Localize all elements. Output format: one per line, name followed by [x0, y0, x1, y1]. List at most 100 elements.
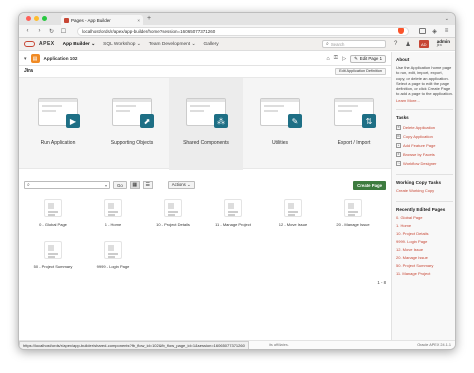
- brave-shield-icon[interactable]: [398, 28, 404, 34]
- page-card[interactable]: 0 - Global Page: [23, 194, 83, 236]
- recent-page-link[interactable]: 11. Manage Project: [396, 270, 453, 278]
- task-copy-application[interactable]: ⧉ Copy Application: [396, 132, 453, 141]
- task-workflow-designer[interactable]: ⤳ Workflow Designer: [396, 159, 453, 168]
- breadcrumb-app-name[interactable]: Application 102: [44, 56, 78, 61]
- tile-shared-components[interactable]: ⁂ Shared Components: [169, 78, 243, 170]
- browser-tab-strip: Pages - App Builder × + ⌄: [19, 13, 455, 25]
- search-dropdown-icon[interactable]: ▾: [105, 183, 107, 188]
- help-icon[interactable]: ?: [394, 41, 397, 47]
- page-label: 9999 - Login Page: [96, 264, 130, 269]
- tab-list-chevron-icon[interactable]: ⌄: [445, 16, 449, 22]
- apex-brand[interactable]: APEX: [39, 41, 55, 47]
- recent-page-link[interactable]: 50. Project Summary: [396, 262, 453, 270]
- pages-toolbar: ⌕ ▾ Go ▦ ☰ Actions ⌄ Create Page: [19, 178, 391, 192]
- wallet-icon[interactable]: ◈: [431, 28, 438, 35]
- edit-page-icon: ✎: [354, 55, 358, 61]
- tile-label: Export / Import: [337, 140, 371, 146]
- notifications-icon[interactable]: ♟: [405, 41, 410, 48]
- task-browse-by-facets[interactable]: ≡ Browse by Facets: [396, 150, 453, 159]
- copyright-text: its affiliates.: [269, 343, 289, 347]
- pages-search-input[interactable]: ⌕ ▾: [24, 181, 110, 189]
- url-field[interactable]: localhost/ords/r/apex/app-builder/home?s…: [77, 26, 409, 36]
- page-card[interactable]: 11 - Manage Project: [203, 194, 263, 236]
- url-text: localhost/ords/r/apex/app-builder/home?s…: [82, 28, 216, 34]
- edit-page-button[interactable]: ✎ Edit Page 1: [350, 54, 386, 63]
- page-thumbnail-icon: [44, 199, 62, 217]
- pagination-label: 1 - 8: [377, 280, 386, 285]
- page-card[interactable]: 50 - Project Summary: [23, 236, 83, 278]
- actions-menu-button[interactable]: Actions ⌄: [167, 181, 195, 189]
- browser-menu-icon[interactable]: ≡: [443, 28, 450, 34]
- page-thumbnail-icon: [164, 199, 182, 217]
- task-add-feature-page[interactable]: + Add Feature Page: [396, 141, 453, 150]
- page-thumbnail-icon: [104, 241, 122, 259]
- link-hover-url: https://localhost/ords/r/apex/app-builde…: [19, 341, 249, 349]
- page-card[interactable]: 10 - Project Details: [143, 194, 203, 236]
- expand-caret-icon[interactable]: ▾: [24, 56, 27, 62]
- page-title: Jira: [24, 68, 33, 74]
- task-delete-application[interactable]: ✕ Delete Application: [396, 123, 453, 132]
- about-heading: About: [396, 57, 410, 62]
- page-thumbnail-icon: [44, 241, 62, 259]
- tile-export-import[interactable]: ⇅ Export / Import: [317, 78, 391, 170]
- menu-sql-workshop[interactable]: SQL Workshop ⌄: [103, 42, 141, 47]
- apex-header: APEX App Builder ⌄ SQL Workshop ⌄ Team D…: [19, 38, 455, 51]
- tile-label: Supporting Objects: [110, 140, 154, 146]
- recent-page-link[interactable]: 1. Home: [396, 222, 453, 230]
- menu-gallery[interactable]: Gallery: [203, 42, 218, 47]
- recent-page-link[interactable]: 20. Manage Issue: [396, 254, 453, 262]
- back-arrow-icon[interactable]: ‹: [24, 28, 31, 34]
- create-page-button[interactable]: Create Page: [353, 180, 386, 190]
- tile-utilities[interactable]: ✎ Utilities: [243, 78, 317, 170]
- learn-more-link[interactable]: Learn More...: [396, 98, 453, 103]
- recent-page-link[interactable]: 0. Global Page: [396, 214, 453, 222]
- working-copy-heading: Working Copy Tasks: [396, 179, 442, 185]
- forward-arrow-icon[interactable]: ›: [36, 28, 43, 34]
- play-icon: ▶: [66, 114, 80, 128]
- team-dev-icon[interactable]: ⌂: [326, 56, 329, 62]
- about-text: Use the Application home page to run, ed…: [396, 65, 453, 97]
- sidebar-toggle-icon[interactable]: [419, 28, 426, 34]
- page-label: 20 - Manage Issue: [336, 222, 370, 227]
- tab-title: Pages - App Builder: [71, 17, 111, 23]
- tab-close-icon[interactable]: ×: [137, 18, 140, 23]
- page-card[interactable]: 9999 - Login Page: [83, 236, 143, 278]
- avatar[interactable]: AD: [418, 40, 429, 48]
- window-controls: [26, 16, 47, 21]
- create-working-copy-link[interactable]: Create Working Copy: [396, 187, 453, 195]
- page-thumbnail-icon: [224, 199, 242, 217]
- page-label: 1 - Home: [104, 222, 122, 227]
- page-card[interactable]: 12 - Move Issue: [263, 194, 323, 236]
- menu-team-development[interactable]: Team Development ⌄: [149, 42, 196, 47]
- user-menu[interactable]: admin jira: [437, 39, 450, 48]
- new-tab-button[interactable]: +: [147, 15, 151, 22]
- page-card[interactable]: 20 - Manage Issue: [323, 194, 383, 236]
- edit-app-definition-button[interactable]: Edit Application Definition: [335, 67, 386, 75]
- global-search-input[interactable]: ⌕ Search: [322, 40, 386, 48]
- address-bar: ‹ › ↻ ☐ localhost/ords/r/apex/app-builde…: [19, 25, 455, 38]
- go-button[interactable]: Go: [113, 181, 127, 189]
- browser-tab[interactable]: Pages - App Builder ×: [61, 15, 143, 25]
- recent-page-link[interactable]: 9999. Login Page: [396, 238, 453, 246]
- bookmark-icon[interactable]: ☐: [60, 28, 67, 35]
- report-view-icon[interactable]: ☰: [142, 181, 153, 189]
- maximize-window-button[interactable]: [42, 16, 47, 21]
- tile-label: Run Application: [40, 140, 76, 146]
- tile-supporting-objects[interactable]: ⬈ Supporting Objects: [95, 78, 169, 170]
- page-label: 12 - Move Issue: [278, 222, 308, 227]
- recent-page-link[interactable]: 12. Move Issue: [396, 246, 453, 254]
- lock-icon[interactable]: ⚿: [334, 55, 338, 62]
- page-card[interactable]: 1 - Home: [83, 194, 143, 236]
- close-window-button[interactable]: [26, 16, 31, 21]
- recent-page-link[interactable]: 10. Project Details: [396, 230, 453, 238]
- page-thumbnail-icon: [344, 199, 362, 217]
- menu-app-builder[interactable]: App Builder ⌄: [63, 42, 96, 47]
- add-icon: +: [396, 142, 401, 148]
- reload-icon[interactable]: ↻: [48, 28, 55, 35]
- oracle-logo-icon[interactable]: [24, 41, 35, 47]
- minimize-window-button[interactable]: [34, 16, 39, 21]
- tile-run-application[interactable]: ▶ Run Application: [21, 78, 95, 170]
- browser-window: Pages - App Builder × + ⌄ ‹ › ↻ ☐ localh…: [18, 12, 456, 350]
- run-icon[interactable]: ▷: [342, 56, 346, 62]
- icon-view-icon[interactable]: ▦: [129, 181, 140, 189]
